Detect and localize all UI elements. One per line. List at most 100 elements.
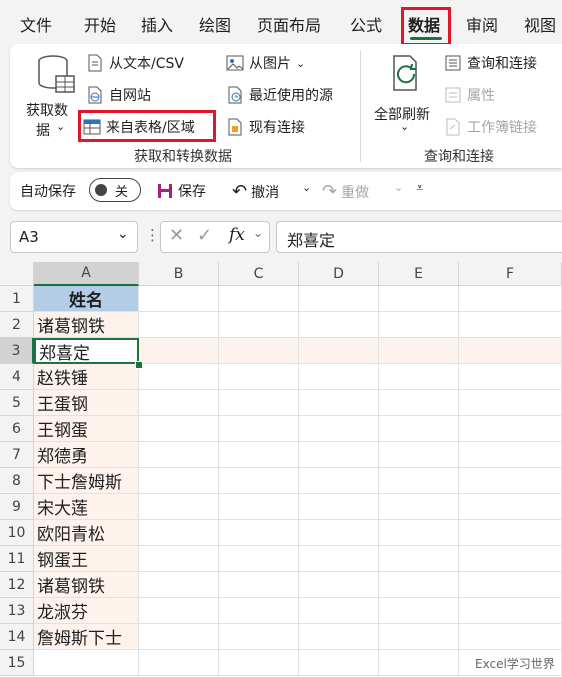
empty-cell[interactable] <box>379 286 459 312</box>
empty-cell[interactable] <box>379 624 459 650</box>
empty-cell[interactable] <box>139 520 219 546</box>
customize-qat-icon[interactable]: ⩡ <box>416 181 423 196</box>
tab-home[interactable]: 开始 <box>84 12 116 36</box>
name-box[interactable]: A3 ⌄ <box>10 221 138 253</box>
tab-file[interactable]: 文件 <box>20 12 52 36</box>
empty-cell[interactable] <box>299 338 379 364</box>
empty-cell[interactable] <box>299 390 379 416</box>
empty-cell[interactable] <box>459 598 562 624</box>
row-header[interactable]: 8 <box>0 468 34 494</box>
tab-view[interactable]: 视图 <box>524 12 556 36</box>
empty-cell[interactable] <box>299 520 379 546</box>
empty-cell[interactable] <box>459 312 562 338</box>
empty-cell[interactable] <box>299 286 379 312</box>
empty-cell[interactable] <box>459 572 562 598</box>
empty-cell[interactable] <box>379 598 459 624</box>
fill-handle[interactable] <box>135 361 143 369</box>
tab-page-layout[interactable]: 页面布局 <box>257 12 321 36</box>
empty-cell[interactable] <box>459 286 562 312</box>
empty-cell[interactable] <box>219 286 299 312</box>
more-options-icon[interactable]: ⋮ <box>145 226 160 244</box>
name-cell[interactable]: 王钢蛋 <box>34 416 139 442</box>
row-header[interactable]: 4 <box>0 364 34 390</box>
empty-cell[interactable] <box>139 546 219 572</box>
empty-cell[interactable] <box>219 338 299 364</box>
from-web-button[interactable]: 自网站 <box>86 85 151 105</box>
row-header[interactable]: 6 <box>0 416 34 442</box>
empty-cell[interactable] <box>299 598 379 624</box>
recent-sources-button[interactable]: 最近使用的源 <box>226 85 333 105</box>
empty-cell[interactable] <box>379 468 459 494</box>
empty-cell[interactable] <box>299 624 379 650</box>
empty-cell[interactable] <box>139 416 219 442</box>
empty-cell[interactable] <box>139 286 219 312</box>
empty-cell[interactable] <box>139 312 219 338</box>
empty-cell[interactable] <box>379 390 459 416</box>
name-cell[interactable] <box>34 650 139 676</box>
row-header[interactable]: 15 <box>0 650 34 676</box>
empty-cell[interactable] <box>219 416 299 442</box>
from-text-csv-button[interactable]: 从文本/CSV <box>86 53 184 73</box>
empty-cell[interactable] <box>219 468 299 494</box>
name-cell[interactable]: 诸葛钢铁 <box>34 572 139 598</box>
empty-cell[interactable] <box>379 416 459 442</box>
tab-formulas[interactable]: 公式 <box>350 12 382 36</box>
tab-draw[interactable]: 绘图 <box>199 12 231 36</box>
empty-cell[interactable] <box>459 468 562 494</box>
save-button[interactable]: 保存 <box>156 181 206 201</box>
undo-dropdown-icon[interactable]: ⌄ <box>302 181 311 194</box>
empty-cell[interactable] <box>459 416 562 442</box>
column-header-A[interactable]: A <box>34 262 139 286</box>
empty-cell[interactable] <box>379 442 459 468</box>
row-header[interactable]: 3 <box>0 338 34 364</box>
empty-cell[interactable] <box>139 390 219 416</box>
column-header-E[interactable]: E <box>379 262 459 286</box>
empty-cell[interactable] <box>459 364 562 390</box>
row-header[interactable]: 11 <box>0 546 34 572</box>
select-all-corner[interactable] <box>0 262 34 286</box>
empty-cell[interactable] <box>219 494 299 520</box>
column-header-F[interactable]: F <box>459 262 562 286</box>
column-header-C[interactable]: C <box>219 262 299 286</box>
empty-cell[interactable] <box>459 338 562 364</box>
row-header[interactable]: 12 <box>0 572 34 598</box>
name-cell[interactable]: 诸葛钢铁 <box>34 312 139 338</box>
empty-cell[interactable] <box>299 364 379 390</box>
empty-cell[interactable] <box>379 546 459 572</box>
empty-cell[interactable] <box>299 468 379 494</box>
name-cell[interactable]: 龙淑芬 <box>34 598 139 624</box>
empty-cell[interactable] <box>219 364 299 390</box>
empty-cell[interactable] <box>139 468 219 494</box>
workbook-links-button[interactable]: 工作簿链接 <box>444 117 537 137</box>
from-picture-button[interactable]: 从图片 ⌄ <box>226 53 305 73</box>
get-data-button[interactable]: 获取数 据 ⌄ <box>26 52 86 142</box>
column-header-D[interactable]: D <box>299 262 379 286</box>
empty-cell[interactable] <box>139 364 219 390</box>
header-cell[interactable]: 姓名 <box>34 286 139 312</box>
tab-review[interactable]: 审阅 <box>466 12 498 36</box>
name-cell[interactable]: 王蛋钢 <box>34 390 139 416</box>
empty-cell[interactable] <box>139 650 219 676</box>
empty-cell[interactable] <box>139 494 219 520</box>
name-cell[interactable]: 钢蛋王 <box>34 546 139 572</box>
empty-cell[interactable] <box>379 312 459 338</box>
empty-cell[interactable] <box>299 650 379 676</box>
properties-button[interactable]: 属性 <box>444 85 495 105</box>
empty-cell[interactable] <box>299 494 379 520</box>
empty-cell[interactable] <box>219 650 299 676</box>
empty-cell[interactable] <box>299 572 379 598</box>
empty-cell[interactable] <box>299 416 379 442</box>
empty-cell[interactable] <box>379 364 459 390</box>
empty-cell[interactable] <box>459 520 562 546</box>
column-header-B[interactable]: B <box>139 262 219 286</box>
empty-cell[interactable] <box>219 312 299 338</box>
empty-cell[interactable] <box>459 624 562 650</box>
empty-cell[interactable] <box>219 442 299 468</box>
empty-cell[interactable] <box>219 390 299 416</box>
row-header[interactable]: 13 <box>0 598 34 624</box>
empty-cell[interactable] <box>459 494 562 520</box>
empty-cell[interactable] <box>299 442 379 468</box>
redo-dropdown-icon[interactable]: ⌄ <box>394 181 403 194</box>
chevron-down-icon[interactable]: ⌄ <box>253 226 263 240</box>
redo-button[interactable]: ↷ 重做 <box>322 181 369 202</box>
